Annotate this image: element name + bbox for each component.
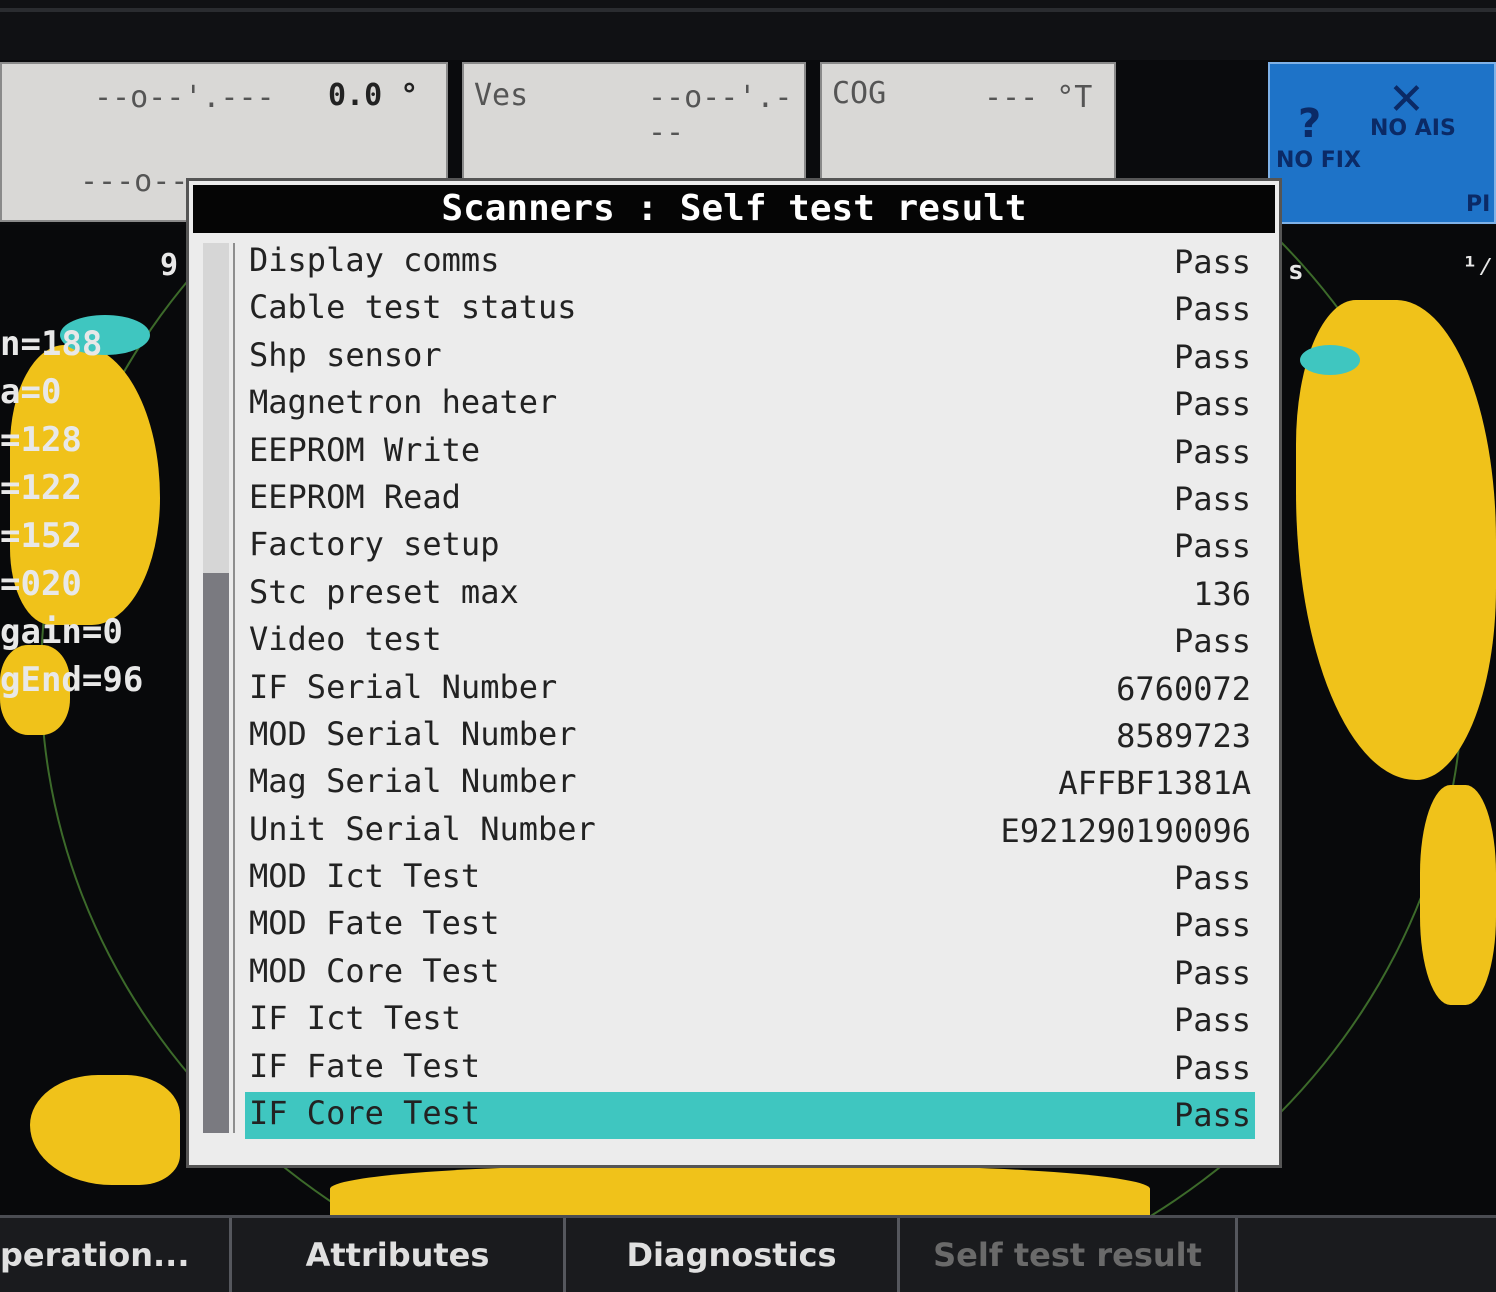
test-result-value: E921290190096: [1000, 811, 1251, 850]
test-result-value: Pass: [1173, 906, 1251, 945]
vessel-label: Ves: [474, 78, 529, 113]
test-result-row[interactable]: Cable test status Pass: [245, 286, 1255, 333]
test-result-value: Pass: [1173, 1096, 1251, 1135]
radar-param: =128: [0, 420, 82, 460]
softkey-diagnostics[interactable]: Diagnostics: [566, 1218, 900, 1292]
scale-fraction: ¹⁄₁: [1462, 252, 1496, 282]
test-name: EEPROM Write: [249, 430, 481, 469]
test-result-row[interactable]: Magnetron heater Pass: [245, 381, 1255, 428]
test-result-value: Pass: [1173, 622, 1251, 661]
test-result-row[interactable]: MOD Ict Test Pass: [245, 855, 1255, 902]
test-name: IF Ict Test: [249, 999, 461, 1038]
test-result-value: Pass: [1173, 243, 1251, 281]
test-result-value: AFFBF1381A: [1058, 764, 1251, 803]
radar-echo: [1420, 785, 1496, 1005]
radar-parameter-list: n=188 a=0 =128 =122 =152 =020 gain=0 gEn…: [0, 320, 143, 704]
test-result-row[interactable]: EEPROM Write Pass: [245, 429, 1255, 476]
dialog-title: Scanners : Self test result: [193, 185, 1275, 233]
radar-param: n=188: [0, 324, 103, 364]
range-marker-left: 9: [160, 248, 179, 283]
radar-param: =152: [0, 516, 82, 556]
test-result-value: 6760072: [1116, 669, 1251, 708]
test-result-value: Pass: [1173, 1048, 1251, 1087]
test-name: IF Fate Test: [249, 1046, 481, 1085]
cog-label: COG: [832, 76, 887, 111]
test-result-row[interactable]: Unit Serial Number E921290190096: [245, 808, 1255, 855]
test-result-row[interactable]: IF Ict Test Pass: [245, 997, 1255, 1044]
test-name: IF Serial Number: [249, 667, 558, 706]
test-result-value: Pass: [1173, 527, 1251, 566]
test-result-value: Pass: [1173, 385, 1251, 424]
dialog-divider: [233, 243, 235, 1133]
test-result-row[interactable]: Display comms Pass: [245, 239, 1255, 286]
softkey-attributes[interactable]: Attributes: [232, 1218, 566, 1292]
test-name: EEPROM Read: [249, 477, 461, 516]
top-bar: [0, 0, 1496, 60]
no-ais-label: NO AIS: [1370, 116, 1456, 141]
radar-param: gEnd=96: [0, 660, 144, 700]
radar-param: a=0: [0, 372, 62, 412]
position-coord-bottom: ---o--: [80, 164, 189, 199]
test-name: MOD Fate Test: [249, 904, 500, 943]
bottom-softkey-bar: peration... Attributes Diagnostics Self …: [0, 1215, 1496, 1292]
vessel-coord: --o--'.---: [648, 80, 793, 150]
test-result-value: 136: [1193, 574, 1251, 613]
test-result-value: 8589723: [1116, 716, 1251, 755]
test-name: Stc preset max: [249, 572, 519, 611]
radar-echo: [330, 1165, 1150, 1215]
heading-value: 0.0 °: [328, 78, 419, 113]
radar-param: =122: [0, 468, 82, 508]
test-result-value: Pass: [1173, 432, 1251, 471]
radar-echo-edge: [1300, 345, 1360, 375]
test-result-row[interactable]: MOD Core Test Pass: [245, 950, 1255, 997]
radar-param: gain=0: [0, 612, 123, 652]
no-fix-icon: ?: [1298, 101, 1322, 147]
test-result-value: Pass: [1173, 479, 1251, 518]
test-result-value: Pass: [1173, 859, 1251, 898]
test-name: Magnetron heater: [249, 383, 558, 422]
test-result-row[interactable]: Stc preset max 136: [245, 571, 1255, 618]
softkey-operation[interactable]: peration...: [0, 1218, 232, 1292]
test-name: MOD Core Test: [249, 951, 500, 990]
test-result-row[interactable]: Factory setup Pass: [245, 523, 1255, 570]
test-name: IF Core Test: [249, 1094, 481, 1133]
test-result-row[interactable]: Mag Serial Number AFFBF1381A: [245, 760, 1255, 807]
test-name: MOD Serial Number: [249, 714, 577, 753]
test-result-row[interactable]: Video test Pass: [245, 618, 1255, 665]
test-result-list: Display comms Pass Cable test status Pass Sh…: [245, 239, 1255, 1140]
test-name: Unit Serial Number: [249, 809, 596, 848]
test-result-value: Pass: [1173, 337, 1251, 376]
test-result-row[interactable]: EEPROM Read Pass: [245, 476, 1255, 523]
softkey-self-test-result[interactable]: Self test result: [900, 1218, 1238, 1292]
test-result-row[interactable]: MOD Fate Test Pass: [245, 902, 1255, 949]
test-result-value: Pass: [1173, 953, 1251, 992]
test-result-row[interactable]: IF Serial Number 6760072: [245, 666, 1255, 713]
pi-label: PI: [1466, 192, 1491, 217]
test-name: Display comms: [249, 241, 500, 279]
test-result-row[interactable]: MOD Serial Number 8589723: [245, 713, 1255, 760]
test-name: Cable test status: [249, 288, 577, 327]
test-result-row[interactable]: IF Core Test Pass: [245, 1092, 1255, 1140]
test-result-value: Pass: [1173, 1001, 1251, 1040]
top-strip: [0, 8, 1496, 12]
test-name: Shp sensor: [249, 335, 442, 374]
test-result-row[interactable]: Shp sensor Pass: [245, 334, 1255, 381]
position-coord-top: --o--'.---: [94, 80, 275, 115]
self-test-dialog: Scanners : Self test result Display comm…: [186, 178, 1282, 1168]
test-result-row[interactable]: IF Fate Test Pass: [245, 1045, 1255, 1092]
radar-param: =020: [0, 564, 82, 604]
scrollbar-thumb[interactable]: [203, 573, 229, 1133]
test-name: Factory setup: [249, 525, 500, 564]
test-name: Mag Serial Number: [249, 762, 577, 801]
no-fix-label: NO FIX: [1276, 148, 1361, 173]
radar-echo: [30, 1075, 180, 1185]
test-name: MOD Ict Test: [249, 857, 481, 896]
gps-ais-status[interactable]: ? ✕ NO FIX NO AIS PI: [1268, 62, 1496, 224]
cog-value: --- °T: [984, 80, 1093, 115]
range-marker-right: s: [1288, 256, 1304, 286]
test-name: Video test: [249, 620, 442, 659]
test-result-value: Pass: [1173, 290, 1251, 329]
